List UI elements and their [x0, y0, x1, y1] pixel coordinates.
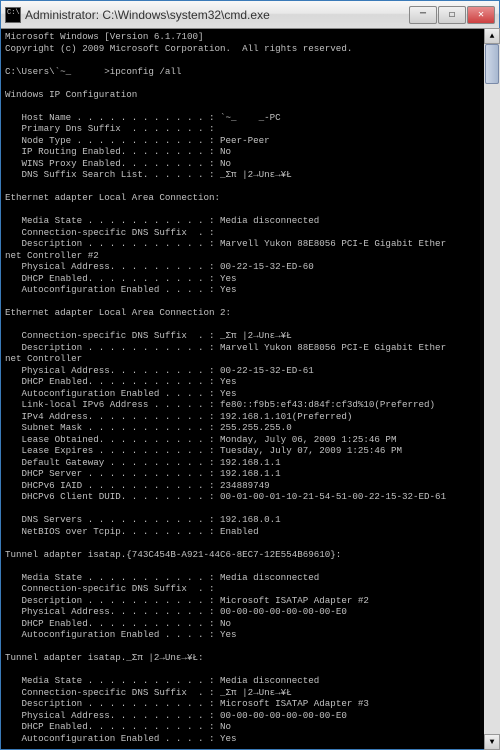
lac2-dns: _Σπ |2→Unε→¥Ł	[220, 330, 292, 341]
host-name: `~_ _-PC	[220, 112, 281, 123]
ip-routing: No	[220, 146, 231, 157]
t2-auto: Yes	[220, 733, 237, 744]
lac2-dns-srv: 192.168.0.1	[220, 514, 281, 525]
lac2-netbios: Enabled	[220, 526, 259, 537]
section-tun2: Tunnel adapter isatap._Σπ |2→Unε→¥Ł:	[5, 652, 203, 663]
lac2-gw: 192.168.1.1	[220, 457, 281, 468]
terminal-output[interactable]: Microsoft Windows [Version 6.1.7100] Cop…	[1, 29, 499, 749]
lac-mac: 00-22-15-32-ED-60	[220, 261, 314, 272]
wins-proxy: No	[220, 158, 231, 169]
prompt-1: C:\Users\`~_	[5, 66, 71, 77]
t1-mac: 00-00-00-00-00-00-00-E0	[220, 606, 347, 617]
t2-dhcp: No	[220, 721, 231, 732]
lac2-llipv6: fe80::f9b5:ef43:d84f:cf3d%10(Preferred)	[220, 399, 435, 410]
command-text: ipconfig /all	[110, 66, 182, 77]
section-tun1: Tunnel adapter isatap.{743C454B-A921-44C…	[5, 549, 341, 560]
scrollbar-thumb[interactable]	[485, 44, 499, 84]
cmd-window: Administrator: C:\Windows\system32\cmd.e…	[0, 0, 500, 750]
section-eth-lac: Ethernet adapter Local Area Connection:	[5, 192, 220, 203]
t1-auto: Yes	[220, 629, 237, 640]
dns-suffix-list: _Σπ |2→Unε→¥Ł	[220, 169, 292, 180]
lac2-lease-exp: Tuesday, July 07, 2009 1:25:46 PM	[220, 445, 402, 456]
lac2-dhcp: Yes	[220, 376, 237, 387]
lac2-desc-cont: net Controller	[5, 353, 82, 364]
t1-dhcp: No	[220, 618, 231, 629]
t2-media: Media disconnected	[220, 675, 319, 686]
scroll-down-button[interactable]: ▼	[484, 734, 500, 750]
lac-auto: Yes	[220, 284, 237, 295]
lac-dhcp: Yes	[220, 273, 237, 284]
lac2-auto: Yes	[220, 388, 237, 399]
lac2-desc: Marvell Yukon 88E8056 PCI-E Gigabit Ethe…	[220, 342, 446, 353]
lac-desc-cont: net Controller #2	[5, 250, 99, 261]
scrollbar: ▲ ▼	[484, 28, 500, 750]
minimize-button[interactable]: ─	[409, 6, 437, 24]
t2-dns: _Σπ |2→Unε→¥Ł	[220, 687, 292, 698]
close-button[interactable]: ✕	[467, 6, 495, 24]
lac2-mac: 00-22-15-32-ED-61	[220, 365, 314, 376]
section-winip: Windows IP Configuration	[5, 89, 137, 100]
section-eth-lac2: Ethernet adapter Local Area Connection 2…	[5, 307, 231, 318]
t1-desc: Microsoft ISATAP Adapter #2	[220, 595, 369, 606]
t2-desc: Microsoft ISATAP Adapter #3	[220, 698, 369, 709]
node-type: Peer-Peer	[220, 135, 270, 146]
cmd-icon	[5, 7, 21, 23]
lac-media: Media disconnected	[220, 215, 319, 226]
lac2-iaid: 234889749	[220, 480, 270, 491]
lac2-subnet: 255.255.255.0	[220, 422, 292, 433]
maximize-button[interactable]: ☐	[438, 6, 466, 24]
lac2-duid: 00-01-00-01-10-21-54-51-00-22-15-32-ED-6…	[220, 491, 446, 502]
scroll-up-button[interactable]: ▲	[484, 28, 500, 44]
window-title: Administrator: C:\Windows\system32\cmd.e…	[25, 8, 409, 22]
header-line-1: Microsoft Windows [Version 6.1.7100]	[5, 31, 203, 42]
titlebar[interactable]: Administrator: C:\Windows\system32\cmd.e…	[1, 1, 499, 29]
lac-desc: Marvell Yukon 88E8056 PCI-E Gigabit Ethe…	[220, 238, 446, 249]
lac2-ipv4: 192.168.1.101(Preferred)	[220, 411, 352, 422]
scrollbar-track[interactable]	[484, 44, 500, 734]
lac2-dhcp-srv: 192.168.1.1	[220, 468, 281, 479]
lac2-lease-obt: Monday, July 06, 2009 1:25:46 PM	[220, 434, 396, 445]
header-line-2: Copyright (c) 2009 Microsoft Corporation…	[5, 43, 352, 54]
window-controls: ─ ☐ ✕	[409, 6, 495, 24]
t2-mac: 00-00-00-00-00-00-00-E0	[220, 710, 347, 721]
t1-media: Media disconnected	[220, 572, 319, 583]
